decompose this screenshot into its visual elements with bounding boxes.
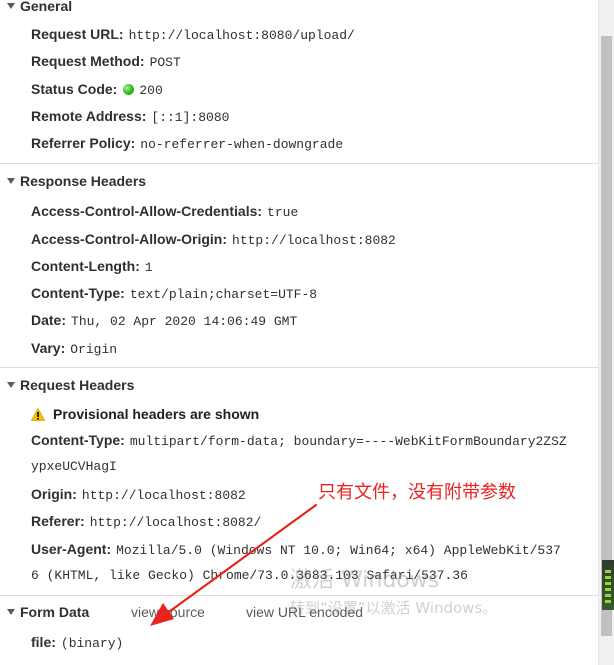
header-value: text/plain;charset=UTF-8 <box>129 287 318 302</box>
annotation-text: 只有文件，没有附带参数 <box>318 482 516 503</box>
triangle-down-icon <box>7 3 15 9</box>
form-data-file-row: file: (binary) <box>31 632 123 652</box>
section-form-data-title: Form Data <box>20 604 90 620</box>
devtools-root: General Request URL: http://localhost:808… <box>0 0 614 665</box>
view-source-link[interactable]: view source <box>131 602 205 622</box>
general-request-url: Request URL: http://localhost:8080/upload… <box>31 24 355 44</box>
triangle-down-icon <box>7 382 15 388</box>
form-data-key: file: <box>31 634 56 650</box>
header-key: Access-Control-Allow-Credentials: <box>31 203 263 219</box>
header-key: Date: <box>31 312 67 328</box>
header-value: Mozilla/5.0 (Windows NT 10.0; Win64; x64… <box>116 543 561 558</box>
header-value: [::1]:8080 <box>151 110 230 125</box>
request-header-content-type: Content-Type: multipart/form-data; bounda… <box>31 430 567 450</box>
edge-indicator-icon <box>602 560 614 610</box>
section-divider <box>0 367 598 368</box>
header-key: Referrer Policy: <box>31 135 136 151</box>
section-response-headers-header[interactable]: Response Headers <box>0 171 598 191</box>
header-key: Vary: <box>31 340 66 356</box>
header-key: Request Method: <box>31 53 145 69</box>
request-header-origin: Origin: http://localhost:8082 <box>31 484 246 504</box>
header-value: multipart/form-data; boundary=----WebKit… <box>129 434 567 449</box>
header-value: 200 <box>139 83 163 98</box>
header-value: http://localhost:8080/upload/ <box>128 28 355 43</box>
general-status-code: Status Code: 200 <box>31 79 163 99</box>
response-header-row: Access-Control-Allow-Credentials: true <box>31 201 298 221</box>
section-divider <box>0 595 598 596</box>
request-header-user-agent: User-Agent: Mozilla/5.0 (Windows NT 10.0;… <box>31 539 561 559</box>
general-referrer-policy: Referrer Policy: no-referrer-when-downgra… <box>31 133 343 153</box>
header-key: Content-Type: <box>31 432 125 448</box>
view-url-encoded-link[interactable]: view URL encoded <box>246 602 363 622</box>
section-general-title: General <box>20 0 73 14</box>
request-header-referer: Referer: http://localhost:8082/ <box>31 511 261 531</box>
header-value: true <box>267 205 299 220</box>
header-key: Referer: <box>31 513 85 529</box>
section-form-data-header[interactable]: Form Data <box>0 602 120 622</box>
header-key: Remote Address: <box>31 108 147 124</box>
header-value: Thu, 02 Apr 2020 14:06:49 GMT <box>71 314 298 329</box>
response-header-row: Access-Control-Allow-Origin: http://local… <box>31 229 396 249</box>
header-key: User-Agent: <box>31 541 112 557</box>
header-value: Origin <box>70 342 118 357</box>
header-value: POST <box>149 55 181 70</box>
header-key: Content-Type: <box>31 285 125 301</box>
general-remote-address: Remote Address: [::1]:8080 <box>31 106 229 126</box>
request-header-user-agent-continuation: 6 (KHTML, like Gecko) Chrome/73.0.3683.1… <box>31 568 468 583</box>
header-value: 1 <box>144 260 153 275</box>
header-value: no-referrer-when-downgrade <box>140 137 344 152</box>
section-divider <box>0 163 598 164</box>
header-value: http://localhost:8082 <box>232 233 396 248</box>
triangle-down-icon <box>7 178 15 184</box>
scrollbar-thumb[interactable] <box>601 36 612 636</box>
response-header-row: Content-Length: 1 <box>31 256 153 276</box>
header-key: Origin: <box>31 486 77 502</box>
header-value: http://localhost:8082/ <box>89 515 262 530</box>
section-request-headers-header[interactable]: Request Headers <box>0 375 598 395</box>
header-key: Content-Length: <box>31 258 140 274</box>
response-header-row: Date: Thu, 02 Apr 2020 14:06:49 GMT <box>31 310 297 330</box>
section-request-headers-title: Request Headers <box>20 377 135 393</box>
header-key: Request URL: <box>31 26 124 42</box>
headers-panel: General Request URL: http://localhost:808… <box>0 0 598 665</box>
form-data-value: (binary) <box>60 636 124 651</box>
section-response-headers-title: Response Headers <box>20 173 147 189</box>
status-ok-icon <box>123 84 135 95</box>
request-header-content-type-continuation: ypxeUCVHagI <box>31 459 117 474</box>
response-header-row: Vary: Origin <box>31 338 117 358</box>
header-key: Access-Control-Allow-Origin: <box>31 231 228 247</box>
warning-icon <box>30 406 46 426</box>
response-header-row: Content-Type: text/plain;charset=UTF-8 <box>31 283 317 303</box>
general-request-method: Request Method: POST <box>31 51 181 71</box>
provisional-warning-text: Provisional headers are shown <box>53 406 260 422</box>
header-key: Status Code: <box>31 81 118 97</box>
section-general-header[interactable]: General <box>0 0 598 16</box>
provisional-headers-warning: Provisional headers are shown <box>30 404 260 426</box>
triangle-down-icon <box>7 609 15 615</box>
header-value: http://localhost:8082 <box>81 488 246 503</box>
